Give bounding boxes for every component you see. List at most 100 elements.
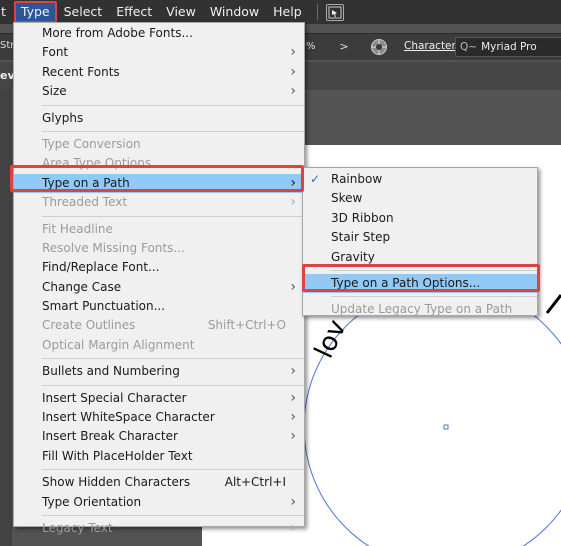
menu-help[interactable]: Help xyxy=(266,0,309,24)
type-menu-item-optical-margin-alignment: Optical Margin Alignment xyxy=(14,336,304,355)
menu-item-label: 3D Ribbon xyxy=(331,210,394,225)
menu-item-label: Type on a Path Options... xyxy=(331,275,481,290)
menu-item-label: Resolve Missing Fonts... xyxy=(42,240,185,255)
type-menu-item-fit-headline: Fit Headline xyxy=(14,220,304,239)
submenu-chevron-icon: › xyxy=(290,63,296,80)
menu-item-label: Skew xyxy=(331,191,363,206)
menu-item-label: Type on a Path xyxy=(42,175,130,190)
character-panel-link[interactable]: Character: xyxy=(404,40,459,52)
menu-item-shortcut: Shift+Ctrl+O xyxy=(207,318,286,333)
menu-divider xyxy=(42,514,304,516)
menu-item-label: Font xyxy=(42,45,69,60)
menu-divider xyxy=(42,104,304,106)
menu-separator xyxy=(316,4,318,20)
menu-item-label: Optical Margin Alignment xyxy=(42,337,195,352)
center-point-icon xyxy=(443,424,449,430)
menu-edit-fragment[interactable]: t xyxy=(0,0,10,24)
type-menu-item-resolve-missing-fonts: Resolve Missing Fonts... xyxy=(14,239,304,258)
submenu-chevron-icon: › xyxy=(290,83,296,100)
submenu-chevron-icon: › xyxy=(290,389,296,406)
type-menu-item-more-from-adobe-fonts[interactable]: More from Adobe Fonts... xyxy=(14,24,304,43)
font-family-field[interactable]: Q~ Myriad Pro xyxy=(455,37,561,57)
arrange-documents-icon[interactable] xyxy=(325,3,344,21)
path-submenu-item-stair-step[interactable]: Stair Step xyxy=(303,228,537,247)
menu-item-label: Stair Step xyxy=(331,230,391,245)
menu-item-label: Insert WhiteSpace Character xyxy=(42,410,215,425)
type-menu-item-insert-break-character[interactable]: Insert Break Character › xyxy=(14,427,304,446)
type-menu-item-recent-fonts[interactable]: Recent Fonts › xyxy=(14,63,304,82)
submenu-chevron-icon: › xyxy=(290,278,296,295)
submenu-chevron-icon: › xyxy=(290,428,296,445)
menu-item-label: Legacy Text xyxy=(42,520,113,535)
type-menu: More from Adobe Fonts... Font › Recent Font… xyxy=(13,22,305,536)
menu-item-label: Recent Fonts xyxy=(42,64,120,79)
menu-divider xyxy=(331,296,537,298)
menu-type[interactable]: Type xyxy=(13,1,57,23)
recolor-artwork-icon[interactable] xyxy=(370,38,388,56)
type-menu-item-smart-punctuation[interactable]: Smart Punctuation... xyxy=(14,297,304,316)
tools-panel xyxy=(0,90,12,546)
type-menu-item-type-orientation[interactable]: Type Orientation › xyxy=(14,493,304,512)
path-submenu-item-rainbow[interactable]: ✓ Rainbow xyxy=(303,170,537,189)
type-menu-item-change-case[interactable]: Change Case › xyxy=(14,278,304,297)
type-menu-item-show-hidden-characters[interactable]: Show Hidden Characters Alt+Ctrl+I xyxy=(14,473,304,492)
submenu-chevron-icon: › xyxy=(290,409,296,426)
type-menu-item-find-replace-font[interactable]: Find/Replace Font... xyxy=(14,258,304,277)
menu-item-label: More from Adobe Fonts... xyxy=(42,26,193,40)
menu-divider xyxy=(42,358,304,360)
check-icon: ✓ xyxy=(310,172,321,186)
type-menu-item-glyphs[interactable]: Glyphs xyxy=(14,109,304,128)
menu-item-label: Threaded Text xyxy=(42,195,128,210)
type-menu-item-area-type-options: Area Type Options... xyxy=(14,154,304,173)
submenu-chevron-icon: › xyxy=(290,174,296,191)
menu-item-label: Insert Break Character xyxy=(42,429,178,444)
type-menu-item-font[interactable]: Font › xyxy=(14,43,304,62)
path-submenu-item-gravity[interactable]: Gravity xyxy=(303,248,537,267)
type-menu-item-size[interactable]: Size › xyxy=(14,82,304,101)
path-submenu-item-type-on-a-path-options[interactable]: Type on a Path Options... xyxy=(303,273,537,294)
menu-divider xyxy=(42,130,304,132)
menu-divider xyxy=(42,384,304,386)
type-menu-item-insert-whitespace-character[interactable]: Insert WhiteSpace Character › xyxy=(14,408,304,427)
menu-divider xyxy=(331,269,537,271)
type-menu-item-type-on-a-path[interactable]: Type on a Path › xyxy=(14,173,304,194)
submenu-chevron-icon: › xyxy=(290,44,296,61)
path-submenu-item-skew[interactable]: Skew xyxy=(303,189,537,208)
menu-item-label: Smart Punctuation... xyxy=(42,299,166,314)
type-menu-item-legacy-text: Legacy Text › xyxy=(14,519,304,538)
menu-item-shortcut: Alt+Ctrl+I xyxy=(224,475,286,490)
submenu-chevron-icon: › xyxy=(290,194,296,211)
menu-bar: t Type Select Effect View Window Help xyxy=(0,0,561,24)
submenu-chevron-icon: › xyxy=(290,493,296,510)
menu-item-label: Show Hidden Characters xyxy=(42,475,191,490)
menu-view[interactable]: View xyxy=(159,0,203,24)
menu-divider xyxy=(42,469,304,471)
type-menu-item-fill-with-placeholder-text[interactable]: Fill With PlaceHolder Text xyxy=(14,447,304,466)
path-submenu-item-update-legacy-type-on-a-path: Update Legacy Type on a Path xyxy=(303,300,537,319)
menu-item-label: Type Conversion xyxy=(42,136,141,151)
type-menu-item-type-conversion: Type Conversion xyxy=(14,135,304,154)
path-submenu-item-3d-ribbon[interactable]: 3D Ribbon xyxy=(303,209,537,228)
type-menu-item-bullets-and-numbering[interactable]: Bullets and Numbering › xyxy=(14,362,304,381)
type-on-a-path-submenu: ✓ Rainbow Skew 3D Ribbon Stair Step Gravity Ty… xyxy=(302,167,538,316)
menu-select[interactable]: Select xyxy=(57,0,110,24)
menu-item-label: Type Orientation xyxy=(42,494,142,509)
menu-item-label: Fit Headline xyxy=(42,221,113,236)
submenu-chevron-icon: › xyxy=(290,519,296,536)
path-text: lov xyxy=(309,315,352,363)
menu-effect[interactable]: Effect xyxy=(109,0,159,24)
menu-item-label: Size xyxy=(42,84,67,99)
menu-item-label: Update Legacy Type on a Path xyxy=(331,302,513,317)
menu-window[interactable]: Window xyxy=(203,0,266,24)
menu-item-label: Change Case xyxy=(42,279,122,294)
font-search-icon: Q~ xyxy=(460,41,478,53)
menu-item-label: Area Type Options... xyxy=(42,156,163,171)
type-menu-item-insert-special-character[interactable]: Insert Special Character › xyxy=(14,389,304,408)
menu-item-label: Gravity xyxy=(331,249,375,264)
menu-item-label: Find/Replace Font... xyxy=(42,260,160,275)
menu-item-label: Glyphs xyxy=(42,110,84,125)
opacity-expand-button[interactable]: > xyxy=(336,39,352,55)
menu-item-label: Rainbow xyxy=(331,172,383,186)
submenu-chevron-icon: › xyxy=(290,363,296,380)
font-family-value: Myriad Pro xyxy=(481,41,537,53)
